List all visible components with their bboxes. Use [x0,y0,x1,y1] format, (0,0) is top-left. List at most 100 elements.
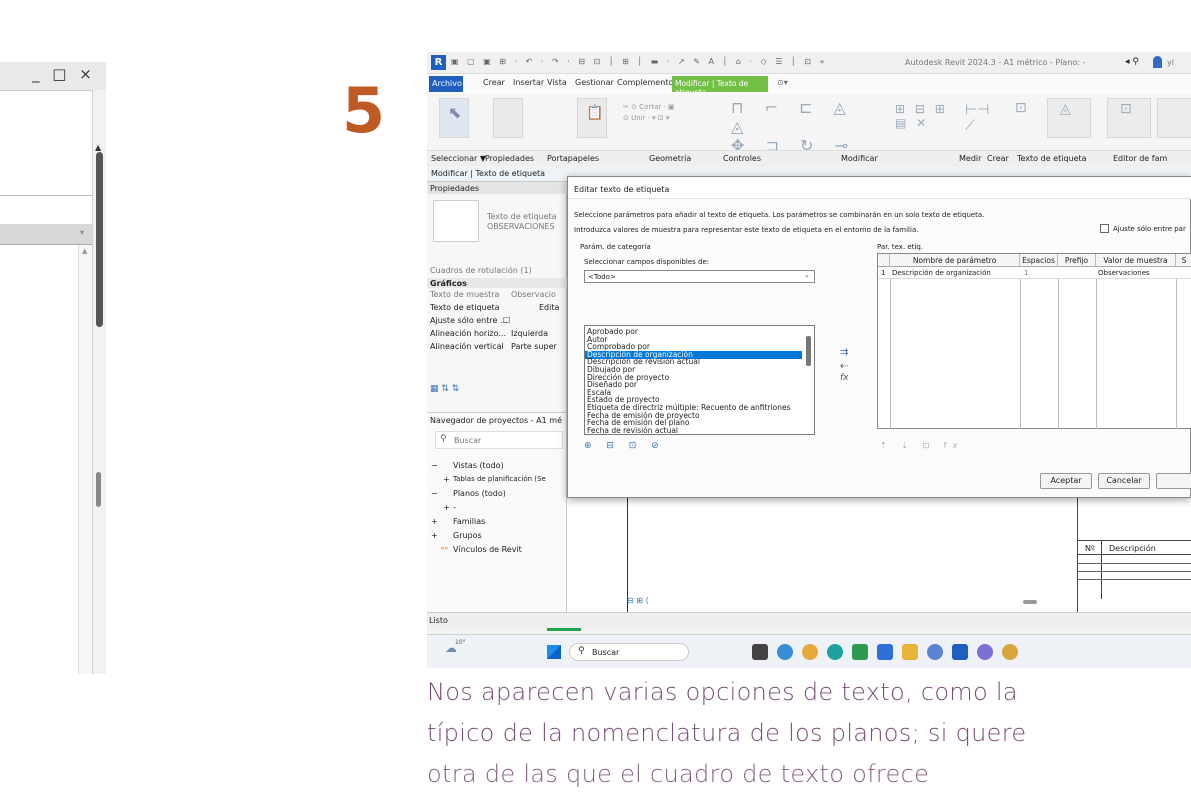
tree-item-planos[interactable]: Planos (todo) [453,489,506,498]
browser-search[interactable]: ⚲ Buscar [435,431,563,449]
col-espacios[interactable]: Espacios [1020,254,1058,267]
ok-button[interactable]: Aceptar [1040,473,1092,489]
tab-gestionar[interactable]: Gestionar [575,78,614,87]
tree-item-plano[interactable]: - [453,503,456,512]
scroll-up-icon[interactable]: ▲ [95,143,101,152]
prop-value[interactable]: Parte super [511,342,557,351]
group-seleccionar[interactable]: Seleccionar ▼ [431,154,486,163]
chevron-down-icon[interactable]: ⌄ [804,271,810,279]
status-bar: Listo [427,612,1191,628]
param-tools[interactable]: ⊕ ⊟ ⊡ ⊘ [584,441,665,451]
edge-icon[interactable] [827,644,843,660]
user-icon[interactable] [1153,56,1162,68]
quick-access-toolbar[interactable]: ▣ ▢ ▣ ⊞ · ↶ · ↷ · ⊟ ⊡ │ ⊞ │ ▬ · ↗ ✎ A │ … [451,57,851,69]
row-sample[interactable]: Observaciones [1098,269,1150,277]
wrap-checkbox-label[interactable]: Ajuste sólo entre par [1113,225,1186,233]
tree-item-tablas[interactable]: Tablas de planificación (Se [453,475,546,483]
load-close-button[interactable] [1157,98,1191,138]
prop-label: Alineación vertical [430,342,504,351]
col-sufijo[interactable]: S [1176,254,1191,267]
chrome-icon[interactable] [802,644,818,660]
type-selector-button[interactable] [493,98,523,138]
field-source-select[interactable]: <Todo> ⌄ [584,270,815,283]
list-item[interactable]: Fecha de revisión actual [587,426,678,434]
tree-toggle[interactable]: − [431,489,438,498]
tree-item-familias[interactable]: Familias [453,517,485,526]
tree-toggle[interactable]: + [431,531,438,540]
windows-start-icon[interactable] [547,645,561,659]
tab-modificar-texto-etiqueta[interactable]: Modificar | Texto de etiqueta [672,76,768,97]
add-param-icon[interactable]: ⇉ [840,347,848,358]
tab-complementos[interactable]: Complementos [617,78,677,87]
dialog-title: Editar texto de etiqueta [574,185,670,194]
create-tools[interactable]: ⊡ [1015,100,1037,130]
window-controls[interactable]: _ □ × [32,65,96,83]
prop-value[interactable]: Izquierda [511,329,548,338]
options-icon[interactable]: ⊙▾ [777,78,788,87]
inner-scrollbar[interactable]: ▲ [78,245,92,674]
taskview-icon[interactable] [752,644,768,660]
scroll-up-icon[interactable]: ▲ [82,247,87,255]
binoculars-icon[interactable]: ◂ ⚲ [1125,57,1139,67]
scrollbar-thumb-secondary[interactable] [96,472,101,507]
app-icon[interactable] [852,644,868,660]
taskbar-search[interactable]: ⚲ Buscar [569,643,689,661]
tree-item-vistas[interactable]: Vistas (todo) [453,461,504,470]
row-spaces[interactable]: 1 [1024,269,1028,277]
folder-icon[interactable] [902,644,918,660]
help-button[interactable] [1156,473,1191,489]
tree-toggle[interactable]: + [443,503,450,512]
prop-value[interactable]: Observacio [511,290,556,299]
revit-logo-icon[interactable]: R [431,55,446,70]
list-scroll-thumb[interactable] [806,336,811,366]
paste-button[interactable]: 📋 [577,98,607,138]
col-valor-muestra[interactable]: Valor de muestra [1096,254,1176,267]
app-icon[interactable] [1002,644,1018,660]
tree-item-vinculos[interactable]: Vínculos de Revit [453,545,522,554]
geometry-tools[interactable]: ⊓ ⌐ ⊏ ◬ ◬ ✥ ⊐ ↻ ⊸ [731,98,861,155]
canvas-scroll-thumb[interactable] [1023,600,1037,604]
prop-edit-button[interactable]: Edita [539,303,559,312]
app-icon[interactable] [877,644,893,660]
chevron-down-icon[interactable]: ▾ [80,228,84,237]
wrap-checkbox[interactable] [1100,224,1109,233]
tab-vista[interactable]: Vista [547,78,567,87]
cancel-button[interactable]: Cancelar [1098,473,1150,489]
formula-icon[interactable]: fx [840,373,849,383]
sort-icon[interactable]: ▦ ⇅ ⇅ [430,384,459,394]
tab-crear[interactable]: Crear [483,78,505,87]
instance-selector[interactable]: Cuadros de rotulación (1) [430,266,532,275]
modify-tools[interactable]: ⊞ ⊟ ⊞ ▤ ✕ [895,102,955,136]
prop-checkbox[interactable]: ☐ [503,316,510,325]
group-editor-familia: Editor de fam [1113,154,1168,163]
col-nombre[interactable]: Nombre de parámetro [890,254,1020,267]
widgets-icon[interactable] [777,644,793,660]
measure-tools[interactable]: ⊢⊣ ⟋ [965,102,1009,136]
user-name[interactable]: yi [1167,58,1174,67]
table-row[interactable]: 1 Descripción de organización 1 Observac… [878,267,1191,279]
scrollbar-thumb[interactable] [96,152,103,327]
tree-toggle[interactable]: + [431,517,438,526]
row-name[interactable]: Descripción de organización [892,269,991,277]
tab-archivo[interactable]: Archivo [429,76,463,92]
col-prefijo[interactable]: Prefijo [1058,254,1096,267]
available-fields-list[interactable]: Aprobado por Autor Comprobado por Descripci… [584,325,815,435]
tree-toggle[interactable]: + [443,475,450,484]
remove-param-icon[interactable]: ⇠ [840,361,848,372]
prop-label: Texto de muestra [430,290,500,299]
section-graficos[interactable]: Gráficos [430,279,467,288]
weather-temp[interactable]: 10° [455,639,466,646]
tab-insertar[interactable]: Insertar [513,78,544,87]
revit-taskbar-icon[interactable] [952,644,968,660]
grid-tools[interactable]: ⇡ ⇣ ⊡ fx [880,441,963,450]
tree-toggle[interactable]: − [431,461,438,470]
step-number: 5 [342,74,386,147]
view-control-icons[interactable]: ⊟ ⊞ ⟨ [627,596,649,605]
load-into-project-button[interactable]: ⊡ [1107,98,1151,138]
modify-button[interactable]: ⬉ [439,98,469,138]
edit-label-button[interactable]: ◬ [1047,98,1091,138]
tree-item-grupos[interactable]: Grupos [453,531,482,540]
app-icon[interactable] [927,644,943,660]
clipboard-tools[interactable]: ✂ ⊙ Cortar · ▣ ⊙ Unir · ▾ ⊡ ▾ [623,102,713,136]
app-icon[interactable] [977,644,993,660]
